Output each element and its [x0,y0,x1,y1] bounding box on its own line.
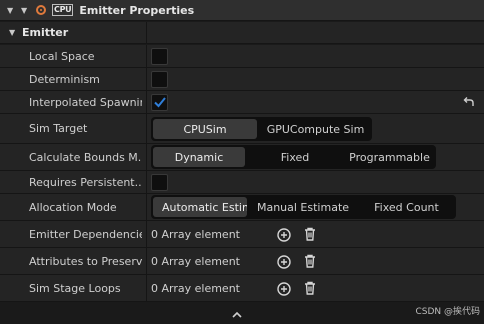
add-circle-icon[interactable] [277,255,291,269]
property-label: Requires Persistent... [29,175,142,189]
property-label: Determinism [29,72,100,86]
interpolated-spawning-checkbox[interactable] [151,94,168,111]
emitter-section-header[interactable]: ▼ Emitter [0,22,484,44]
checkmark-icon [154,97,166,108]
property-label: Allocation Mode [29,200,117,214]
trash-icon[interactable] [303,254,317,268]
property-label: Sim Stage Loops [29,281,121,295]
property-row-emitter-dependencies: Emitter Dependencies 0 Array element [0,221,484,248]
allocation-option-automatic[interactable]: Automatic Estima [153,197,247,217]
column-divider [146,144,147,170]
watermark-text: CSDN @挨代码 [415,307,480,317]
allocation-option-manual[interactable]: Manual Estimate [251,197,355,217]
bounds-option-dynamic[interactable]: Dynamic [153,147,245,167]
local-space-checkbox[interactable] [151,48,168,65]
column-divider [146,275,147,301]
column-divider [146,248,147,274]
array-count: 0 Array element [151,281,240,295]
column-divider [146,22,147,44]
property-row-determinism: Determinism [0,68,484,91]
bounds-option-fixed[interactable]: Fixed [249,147,341,167]
property-row-calculate-bounds: Calculate Bounds M... Dynamic Fixed Prog… [0,144,484,171]
emitter-properties-header[interactable]: ▼ ▼ CPU Emitter Properties [0,0,484,21]
reset-arrow-icon[interactable] [462,96,476,108]
column-divider [146,91,147,113]
allocation-mode-selector[interactable]: Automatic Estima Manual Estimate Fixed C… [151,195,456,219]
bounds-option-programmable[interactable]: Programmable [345,147,434,167]
calculate-bounds-selector[interactable]: Dynamic Fixed Programmable [151,145,436,169]
chevron-down-icon[interactable]: ▼ [9,28,21,37]
column-divider [146,114,147,143]
chevron-down-icon[interactable]: ▼ [7,6,16,15]
trash-icon[interactable] [303,227,317,241]
sim-target-selector[interactable]: CPUSim GPUCompute Sim [151,117,372,141]
array-count: 0 Array element [151,254,240,268]
sim-target-option-cpusim[interactable]: CPUSim [153,119,257,139]
requires-persistent-checkbox[interactable] [151,174,168,191]
visibility-icon[interactable] [36,5,46,15]
property-row-attributes-to-preserve: Attributes to Preserve 0 Array element [0,248,484,275]
column-divider [146,221,147,247]
trash-icon[interactable] [303,281,317,295]
add-circle-icon[interactable] [277,282,291,296]
property-label: Attributes to Preserve [29,254,142,268]
column-divider [146,68,147,90]
property-row-sim-target: Sim Target CPUSim GPUCompute Sim [0,114,484,144]
sim-target-option-gpucompute[interactable]: GPUCompute Sim [261,119,370,139]
property-row-sim-stage-loops: Sim Stage Loops 0 Array element [0,275,484,302]
property-label: Local Space [29,49,95,63]
cpu-icon: CPU [52,4,74,16]
panel-title: Emitter Properties [79,3,195,17]
column-divider [146,45,147,67]
array-count: 0 Array element [151,227,240,241]
property-label: Sim Target [29,122,88,135]
property-label: Calculate Bounds M... [29,150,142,164]
chevron-up-icon[interactable] [232,311,242,318]
property-row-allocation-mode: Allocation Mode Automatic Estima Manual … [0,194,484,221]
column-divider [146,194,147,220]
allocation-option-fixed-count[interactable]: Fixed Count [359,197,454,217]
property-label: Interpolated Spawning [29,95,142,109]
add-circle-icon[interactable] [277,228,291,242]
panel-footer [0,306,484,324]
section-label: Emitter [22,26,69,39]
property-row-requires-persistent: Requires Persistent... [0,171,484,194]
property-row-local-space: Local Space [0,45,484,68]
property-row-interpolated-spawning: Interpolated Spawning [0,91,484,114]
determinism-checkbox[interactable] [151,71,168,88]
column-divider [146,171,147,193]
property-label: Emitter Dependencies [29,227,142,241]
chevron-down-icon[interactable]: ▼ [21,6,30,15]
